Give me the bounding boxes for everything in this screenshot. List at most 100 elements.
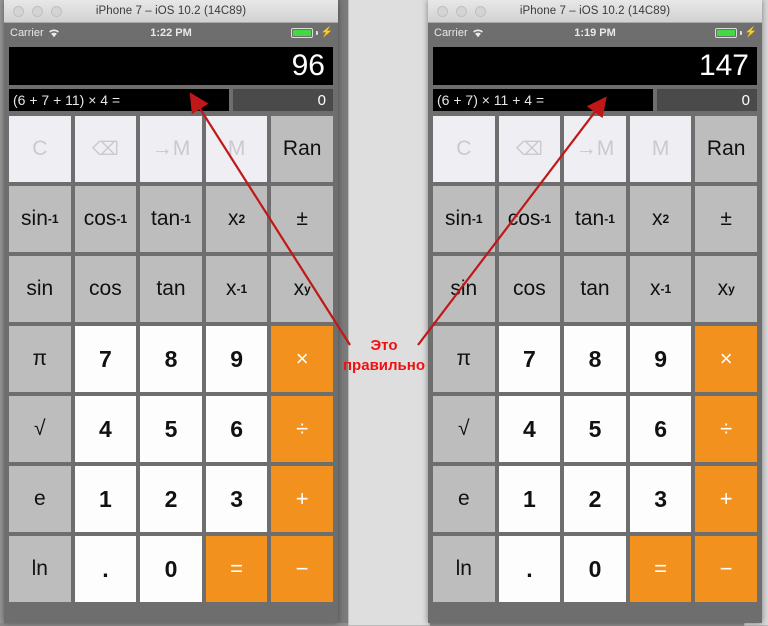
simulator-window-left[interactable]: iPhone 7 – iOS 10.2 (14C89) Carrier 1:22… [4, 0, 338, 623]
key-digit-5[interactable]: 5 [140, 396, 202, 462]
key-backspace[interactable]: ⌫ [498, 116, 561, 182]
key-label: tan [156, 277, 186, 300]
key-tan[interactable]: tan [564, 256, 626, 322]
window-controls[interactable] [437, 6, 486, 17]
key-digit-9[interactable]: 9 [629, 326, 692, 392]
key-sin[interactable]: sin [433, 256, 495, 322]
window-titlebar[interactable]: iPhone 7 – iOS 10.2 (14C89) [4, 0, 338, 23]
key-random[interactable]: Ran [695, 116, 757, 182]
key-digit-8[interactable]: 8 [140, 326, 202, 392]
key-label: 7 [98, 345, 112, 372]
key-plus[interactable]: + [695, 466, 757, 532]
key-pi[interactable]: π [9, 326, 71, 392]
key-digit-1[interactable]: 1 [498, 466, 561, 532]
key-asin[interactable]: sin -1 [9, 186, 71, 252]
key-digit-4[interactable]: 4 [498, 396, 561, 462]
key-digit-7[interactable]: 7 [498, 326, 561, 392]
window-titlebar[interactable]: iPhone 7 – iOS 10.2 (14C89) [428, 0, 762, 23]
minimize-button[interactable] [456, 6, 467, 17]
key-digit-3[interactable]: 3 [629, 466, 692, 532]
key-power[interactable]: xy [271, 256, 333, 322]
key-plus-minus[interactable]: ± [271, 186, 333, 252]
key-sqrt[interactable]: √ [9, 396, 71, 462]
key-multiply[interactable]: × [695, 326, 757, 392]
key-tan[interactable]: tan [140, 256, 202, 322]
key-label: Ran [282, 137, 322, 160]
key-label: 2 [588, 485, 602, 512]
key-label: x [717, 277, 729, 300]
key-plus-minus[interactable]: ± [695, 186, 757, 252]
key-label: cos [89, 277, 122, 300]
key-sqrt[interactable]: √ [433, 396, 495, 462]
key-recall-memory[interactable]: M [629, 116, 692, 182]
key-store-memory[interactable]: →M [140, 116, 202, 182]
key-digit-7[interactable]: 7 [74, 326, 137, 392]
key-clear[interactable]: C [9, 116, 71, 182]
key-random[interactable]: Ran [271, 116, 333, 182]
key-asin[interactable]: sin -1 [433, 186, 495, 252]
simulator-window-right[interactable]: iPhone 7 – iOS 10.2 (14C89) Carrier 1:19… [428, 0, 762, 623]
background-window[interactable] [348, 0, 430, 626]
key-label: ⌫ [515, 138, 543, 160]
calculator-memory-display: 0 [657, 89, 757, 111]
key-digit-0[interactable]: 0 [140, 536, 202, 602]
key-square[interactable]: x2 [205, 186, 268, 252]
key-backspace[interactable]: ⌫ [74, 116, 137, 182]
key-divide[interactable]: ÷ [271, 396, 333, 462]
ios-status-bar: Carrier 1:19 PM ⚡ [428, 23, 762, 42]
key-decimal-point[interactable]: . [498, 536, 561, 602]
key-digit-0[interactable]: 0 [564, 536, 626, 602]
key-atan[interactable]: tan -1 [564, 186, 626, 252]
key-digit-4[interactable]: 4 [74, 396, 137, 462]
key-label: 4 [522, 415, 536, 442]
key-digit-1[interactable]: 1 [74, 466, 137, 532]
key-ln[interactable]: ln [433, 536, 495, 602]
key-minus[interactable]: − [695, 536, 757, 602]
key-equals[interactable]: = [205, 536, 268, 602]
key-euler[interactable]: e [9, 466, 71, 532]
key-reciprocal[interactable]: x -1 [205, 256, 268, 322]
key-cos[interactable]: cos [498, 256, 561, 322]
key-square[interactable]: x2 [629, 186, 692, 252]
key-minus[interactable]: − [271, 536, 333, 602]
key-cos[interactable]: cos [74, 256, 137, 322]
key-digit-6[interactable]: 6 [629, 396, 692, 462]
key-acos[interactable]: cos -1 [74, 186, 137, 252]
key-recall-memory[interactable]: M [205, 116, 268, 182]
status-right: ⚡ [714, 27, 757, 38]
key-digit-8[interactable]: 8 [564, 326, 626, 392]
key-divide[interactable]: ÷ [695, 396, 757, 462]
key-label: + [295, 486, 309, 511]
key-digit-2[interactable]: 2 [140, 466, 202, 532]
key-equals[interactable]: = [629, 536, 692, 602]
zoom-button[interactable] [475, 6, 486, 17]
key-ln[interactable]: ln [9, 536, 71, 602]
key-clear[interactable]: C [433, 116, 495, 182]
close-button[interactable] [13, 6, 24, 17]
key-power[interactable]: xy [695, 256, 757, 322]
minimize-button[interactable] [32, 6, 43, 17]
key-decimal-point[interactable]: . [74, 536, 137, 602]
key-store-memory[interactable]: →M [564, 116, 626, 182]
key-digit-3[interactable]: 3 [205, 466, 268, 532]
key-sin[interactable]: sin [9, 256, 71, 322]
key-digit-6[interactable]: 6 [205, 396, 268, 462]
zoom-button[interactable] [51, 6, 62, 17]
key-label: 6 [230, 415, 243, 442]
lightning-bolt-icon: ⚡ [320, 26, 333, 38]
key-digit-9[interactable]: 9 [205, 326, 268, 392]
key-plus[interactable]: + [271, 466, 333, 532]
close-button[interactable] [437, 6, 448, 17]
key-digit-2[interactable]: 2 [564, 466, 626, 532]
key-atan[interactable]: tan -1 [140, 186, 202, 252]
key-label: = [230, 556, 244, 581]
window-controls[interactable] [13, 6, 62, 17]
key-digit-5[interactable]: 5 [564, 396, 626, 462]
annotation-label-line1: Это [370, 337, 398, 354]
key-label: × [295, 346, 309, 371]
key-euler[interactable]: e [433, 466, 495, 532]
key-label: x [650, 277, 661, 300]
key-acos[interactable]: cos -1 [498, 186, 561, 252]
key-reciprocal[interactable]: x -1 [629, 256, 692, 322]
calculator-app: 96 (6 + 7 + 11) × 4 = 0 C ⌫ →M M Ran sin -1 cos… [4, 42, 338, 602]
